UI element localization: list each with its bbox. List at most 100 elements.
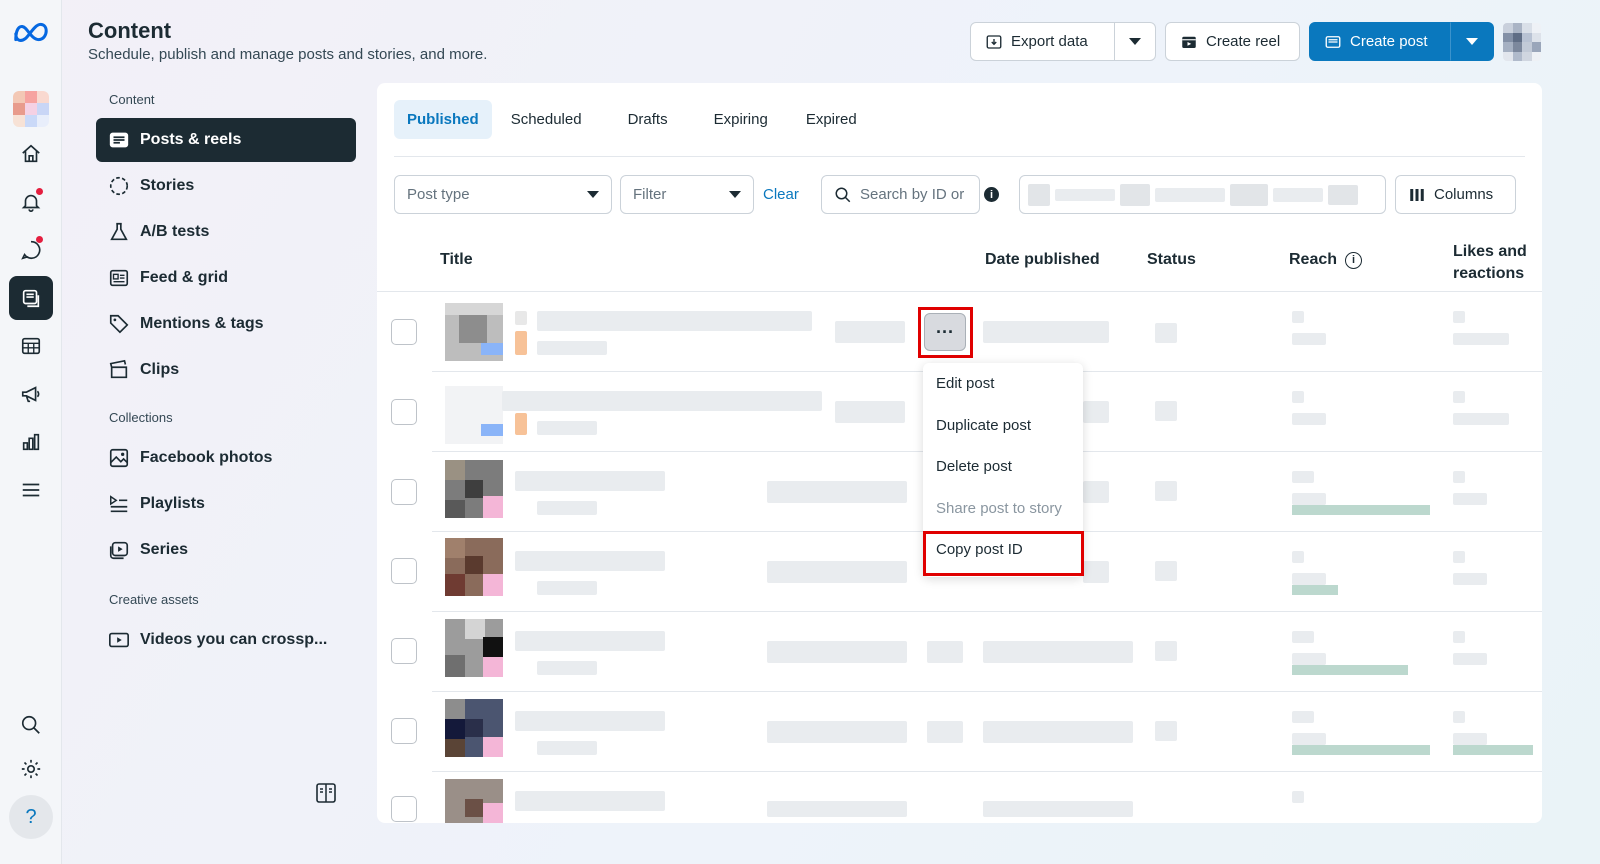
column-header-status[interactable]: Status <box>1147 251 1196 269</box>
row-checkbox[interactable] <box>391 319 417 345</box>
flask-icon <box>110 222 128 241</box>
home-icon[interactable] <box>9 132 53 176</box>
stories-icon <box>109 176 129 196</box>
row-checkbox[interactable] <box>391 718 417 744</box>
video-icon <box>109 632 129 648</box>
meta-logo-icon[interactable] <box>9 10 53 54</box>
nav-item-stories[interactable]: Stories <box>96 164 356 208</box>
chevron-down-icon <box>1466 38 1478 45</box>
tab-expiring[interactable]: Expiring <box>701 100 781 139</box>
inbox-icon[interactable] <box>9 228 53 272</box>
content-panel: Published Scheduled Drafts Expiring Expi… <box>377 83 1542 823</box>
create-post-dropdown-button[interactable] <box>1450 22 1494 61</box>
menu-item-delete-post[interactable]: Delete post <box>923 446 1083 488</box>
notifications-icon[interactable] <box>9 180 53 224</box>
chevron-down-icon <box>1129 38 1141 45</box>
page-avatar-icon[interactable] <box>9 87 53 131</box>
column-header-date-published[interactable]: Date published <box>985 251 1100 269</box>
columns-button[interactable]: Columns <box>1395 175 1516 214</box>
nav-section-content: Content <box>109 92 155 107</box>
nav-item-clips[interactable]: Clips <box>96 348 356 392</box>
export-data-label: Export data <box>1011 33 1088 50</box>
row-divider <box>432 691 1542 692</box>
collapse-sidebar-icon[interactable] <box>314 781 338 805</box>
reach-bar <box>1292 505 1430 515</box>
create-reel-label: Create reel <box>1206 33 1281 50</box>
row-checkbox[interactable] <box>391 479 417 505</box>
grid-icon <box>109 269 129 287</box>
ads-megaphone-icon[interactable] <box>9 372 53 416</box>
page-subtitle: Schedule, publish and manage posts and s… <box>88 46 488 63</box>
tab-scheduled[interactable]: Scheduled <box>498 100 595 139</box>
account-avatar[interactable] <box>1503 23 1541 61</box>
likes-label-line1: Likes and <box>1453 243 1527 260</box>
likes-bar <box>1453 745 1533 755</box>
content-nav: Content Posts & reels Stories A/B tests … <box>96 86 356 662</box>
columns-icon <box>1410 188 1424 201</box>
planner-icon[interactable] <box>9 324 53 368</box>
playlist-icon <box>110 495 128 513</box>
series-icon <box>109 541 129 560</box>
highlight-box-copy-post-id <box>923 531 1084 576</box>
search-input[interactable]: Search by ID or <box>821 175 980 214</box>
column-header-likes-reactions[interactable]: Likes and reactions <box>1453 241 1527 285</box>
create-post-button[interactable]: Create post <box>1309 22 1451 61</box>
create-reel-button[interactable]: Create reel <box>1165 22 1300 61</box>
row-checkbox[interactable] <box>391 399 417 425</box>
row-checkbox[interactable] <box>391 558 417 584</box>
menu-item-duplicate-post[interactable]: Duplicate post <box>923 405 1083 447</box>
reach-bar <box>1292 665 1408 675</box>
chevron-down-icon <box>587 191 599 198</box>
export-dropdown-button[interactable] <box>1114 22 1156 61</box>
menu-icon[interactable] <box>9 468 53 512</box>
nav-item-crosspost-videos[interactable]: Videos you can crossp... <box>96 618 356 662</box>
nav-item-playlists[interactable]: Playlists <box>96 482 356 526</box>
nav-item-label: Feed & grid <box>140 269 229 286</box>
search-placeholder: Search by ID or <box>860 186 965 203</box>
content-icon[interactable] <box>9 276 53 320</box>
help-icon[interactable]: ? <box>9 795 53 839</box>
post-icon <box>1325 35 1341 48</box>
header-divider <box>377 291 1542 292</box>
nav-item-mentions-tags[interactable]: Mentions & tags <box>96 302 356 346</box>
tab-expired[interactable]: Expired <box>793 100 870 139</box>
row-checkbox[interactable] <box>391 638 417 664</box>
row-checkbox[interactable] <box>391 796 417 822</box>
column-header-title[interactable]: Title <box>440 251 473 269</box>
nav-item-feed-grid[interactable]: Feed & grid <box>96 256 356 300</box>
highlight-box-more-button <box>918 307 973 358</box>
reach-bar <box>1292 585 1338 595</box>
tag-icon <box>109 314 129 334</box>
nav-item-label: Facebook photos <box>140 449 273 466</box>
export-data-button[interactable]: Export data <box>970 22 1115 61</box>
info-icon[interactable]: i <box>1345 251 1363 269</box>
post-thumbnail <box>445 619 503 677</box>
menu-item-share-to-story: Share post to story <box>936 499 1062 517</box>
filter-select[interactable]: Filter <box>620 175 754 214</box>
export-icon <box>986 34 1002 49</box>
tab-published[interactable]: Published <box>394 100 492 139</box>
tab-drafts[interactable]: Drafts <box>615 100 681 139</box>
menu-item-edit-post[interactable]: Edit post <box>923 363 1083 405</box>
reach-bar <box>1292 745 1430 755</box>
nav-item-label: Posts & reels <box>140 131 242 148</box>
nav-item-facebook-photos[interactable]: Facebook photos <box>96 436 356 480</box>
posts-icon <box>109 132 129 148</box>
nav-item-posts-reels[interactable]: Posts & reels <box>96 118 356 162</box>
insights-icon[interactable] <box>9 420 53 464</box>
search-icon[interactable] <box>9 703 53 747</box>
clapper-icon <box>109 359 128 379</box>
date-range-picker[interactable] <box>1019 175 1386 214</box>
photo-icon <box>109 448 129 468</box>
settings-gear-icon[interactable] <box>9 747 53 791</box>
filter-placeholder: Filter <box>633 186 667 203</box>
post-type-select[interactable]: Post type <box>394 175 612 214</box>
nav-item-series[interactable]: Series <box>96 528 356 572</box>
row-divider <box>432 611 1542 612</box>
info-icon[interactable]: i <box>984 187 999 202</box>
clear-filters-link[interactable]: Clear <box>763 186 799 203</box>
row-divider <box>432 771 1542 772</box>
create-post-label: Create post <box>1350 33 1428 50</box>
nav-item-ab-tests[interactable]: A/B tests <box>96 210 356 254</box>
column-header-reach[interactable]: Reach i <box>1289 251 1363 269</box>
